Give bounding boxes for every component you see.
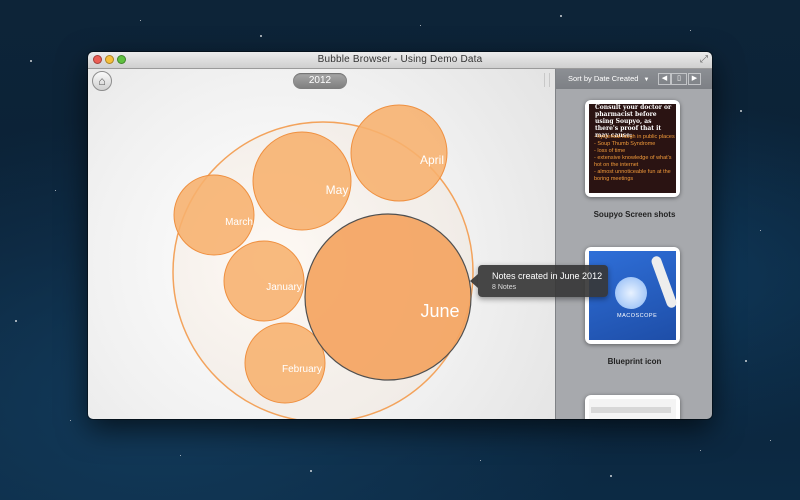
- bubble-label-june: June: [420, 301, 459, 321]
- note-thumbnail[interactable]: Consult your doctor or pharmacist before…: [585, 100, 680, 197]
- bubble-april[interactable]: April: [350, 104, 448, 202]
- notes-sidebar: Sort by Date Created ▼ ◀ ▯ ▶ Consult you…: [555, 69, 712, 419]
- preview-list-item: - extensive knowledge of what's hot on t…: [594, 155, 672, 168]
- fullscreen-icon[interactable]: ⤢: [700, 54, 708, 65]
- note-thumbnail[interactable]: [585, 395, 680, 419]
- note-title[interactable]: Blueprint icon: [556, 357, 712, 366]
- chevron-right-icon: ▶: [691, 75, 698, 82]
- bubble-june[interactable]: June: [304, 213, 472, 381]
- toolbar-preview: [591, 407, 671, 413]
- chevron-left-icon: ◀: [661, 75, 668, 82]
- note-title[interactable]: Soupyo Screen shots: [556, 210, 712, 219]
- bubble-label-march: March: [225, 217, 253, 228]
- bubble-label-may: May: [326, 183, 349, 197]
- app-window: Bubble Browser - Using Demo Data ⤢ ⌂ 201…: [88, 52, 712, 419]
- tooltip-subtitle: 8 Notes: [492, 284, 517, 291]
- bubble-label-january: January: [266, 282, 302, 293]
- prev-button[interactable]: ◀: [658, 73, 671, 85]
- preview-text: MACOSCOPE: [617, 313, 658, 319]
- magnifier-icon: [615, 277, 647, 309]
- bubble-january[interactable]: January: [223, 240, 305, 322]
- preview-list-item: - hysterical laugh in public places: [594, 134, 675, 140]
- tooltip-title: Notes created in June 2012: [492, 271, 603, 281]
- thumbnail-image: Consult your doctor or pharmacist before…: [589, 104, 676, 193]
- title-bar[interactable]: Bubble Browser - Using Demo Data ⤢: [88, 52, 712, 69]
- window-title: Bubble Browser - Using Demo Data: [317, 54, 483, 65]
- thumbnail-image: [589, 399, 676, 419]
- preview-list-item: - loss of time: [594, 148, 626, 154]
- bubble-label-february: February: [282, 364, 322, 375]
- chevron-down-icon: ▼: [643, 77, 650, 83]
- preview-list-item: - Soup Thumb Syndrome: [594, 141, 656, 147]
- bubble-may[interactable]: May: [252, 131, 352, 231]
- bubble-february[interactable]: February: [244, 322, 326, 404]
- preview-list: - hysterical laugh in public places - So…: [594, 134, 676, 183]
- bubble-march[interactable]: March: [173, 174, 255, 256]
- split-view-icon: ▯: [677, 75, 681, 82]
- sort-label: Sort by Date Created: [568, 74, 639, 83]
- preview-list-item: - almost unnoticeable fun at the boring …: [594, 169, 671, 182]
- bubble-label-april: April: [420, 153, 444, 167]
- bubble-tooltip: Notes created in June 2012 8 Notes: [470, 265, 608, 297]
- next-button[interactable]: ▶: [688, 73, 701, 85]
- bubble-canvas: ⌂ 2012 April May March January February …: [88, 69, 555, 419]
- sidebar-toolbar: Sort by Date Created ▼ ◀ ▯ ▶: [556, 69, 712, 89]
- view-toggle-button[interactable]: ▯: [671, 73, 687, 85]
- bubble-chart: April May March January February June: [172, 104, 474, 419]
- sort-dropdown[interactable]: Sort by Date Created ▼: [568, 74, 650, 83]
- paper-roll-icon: [650, 254, 678, 310]
